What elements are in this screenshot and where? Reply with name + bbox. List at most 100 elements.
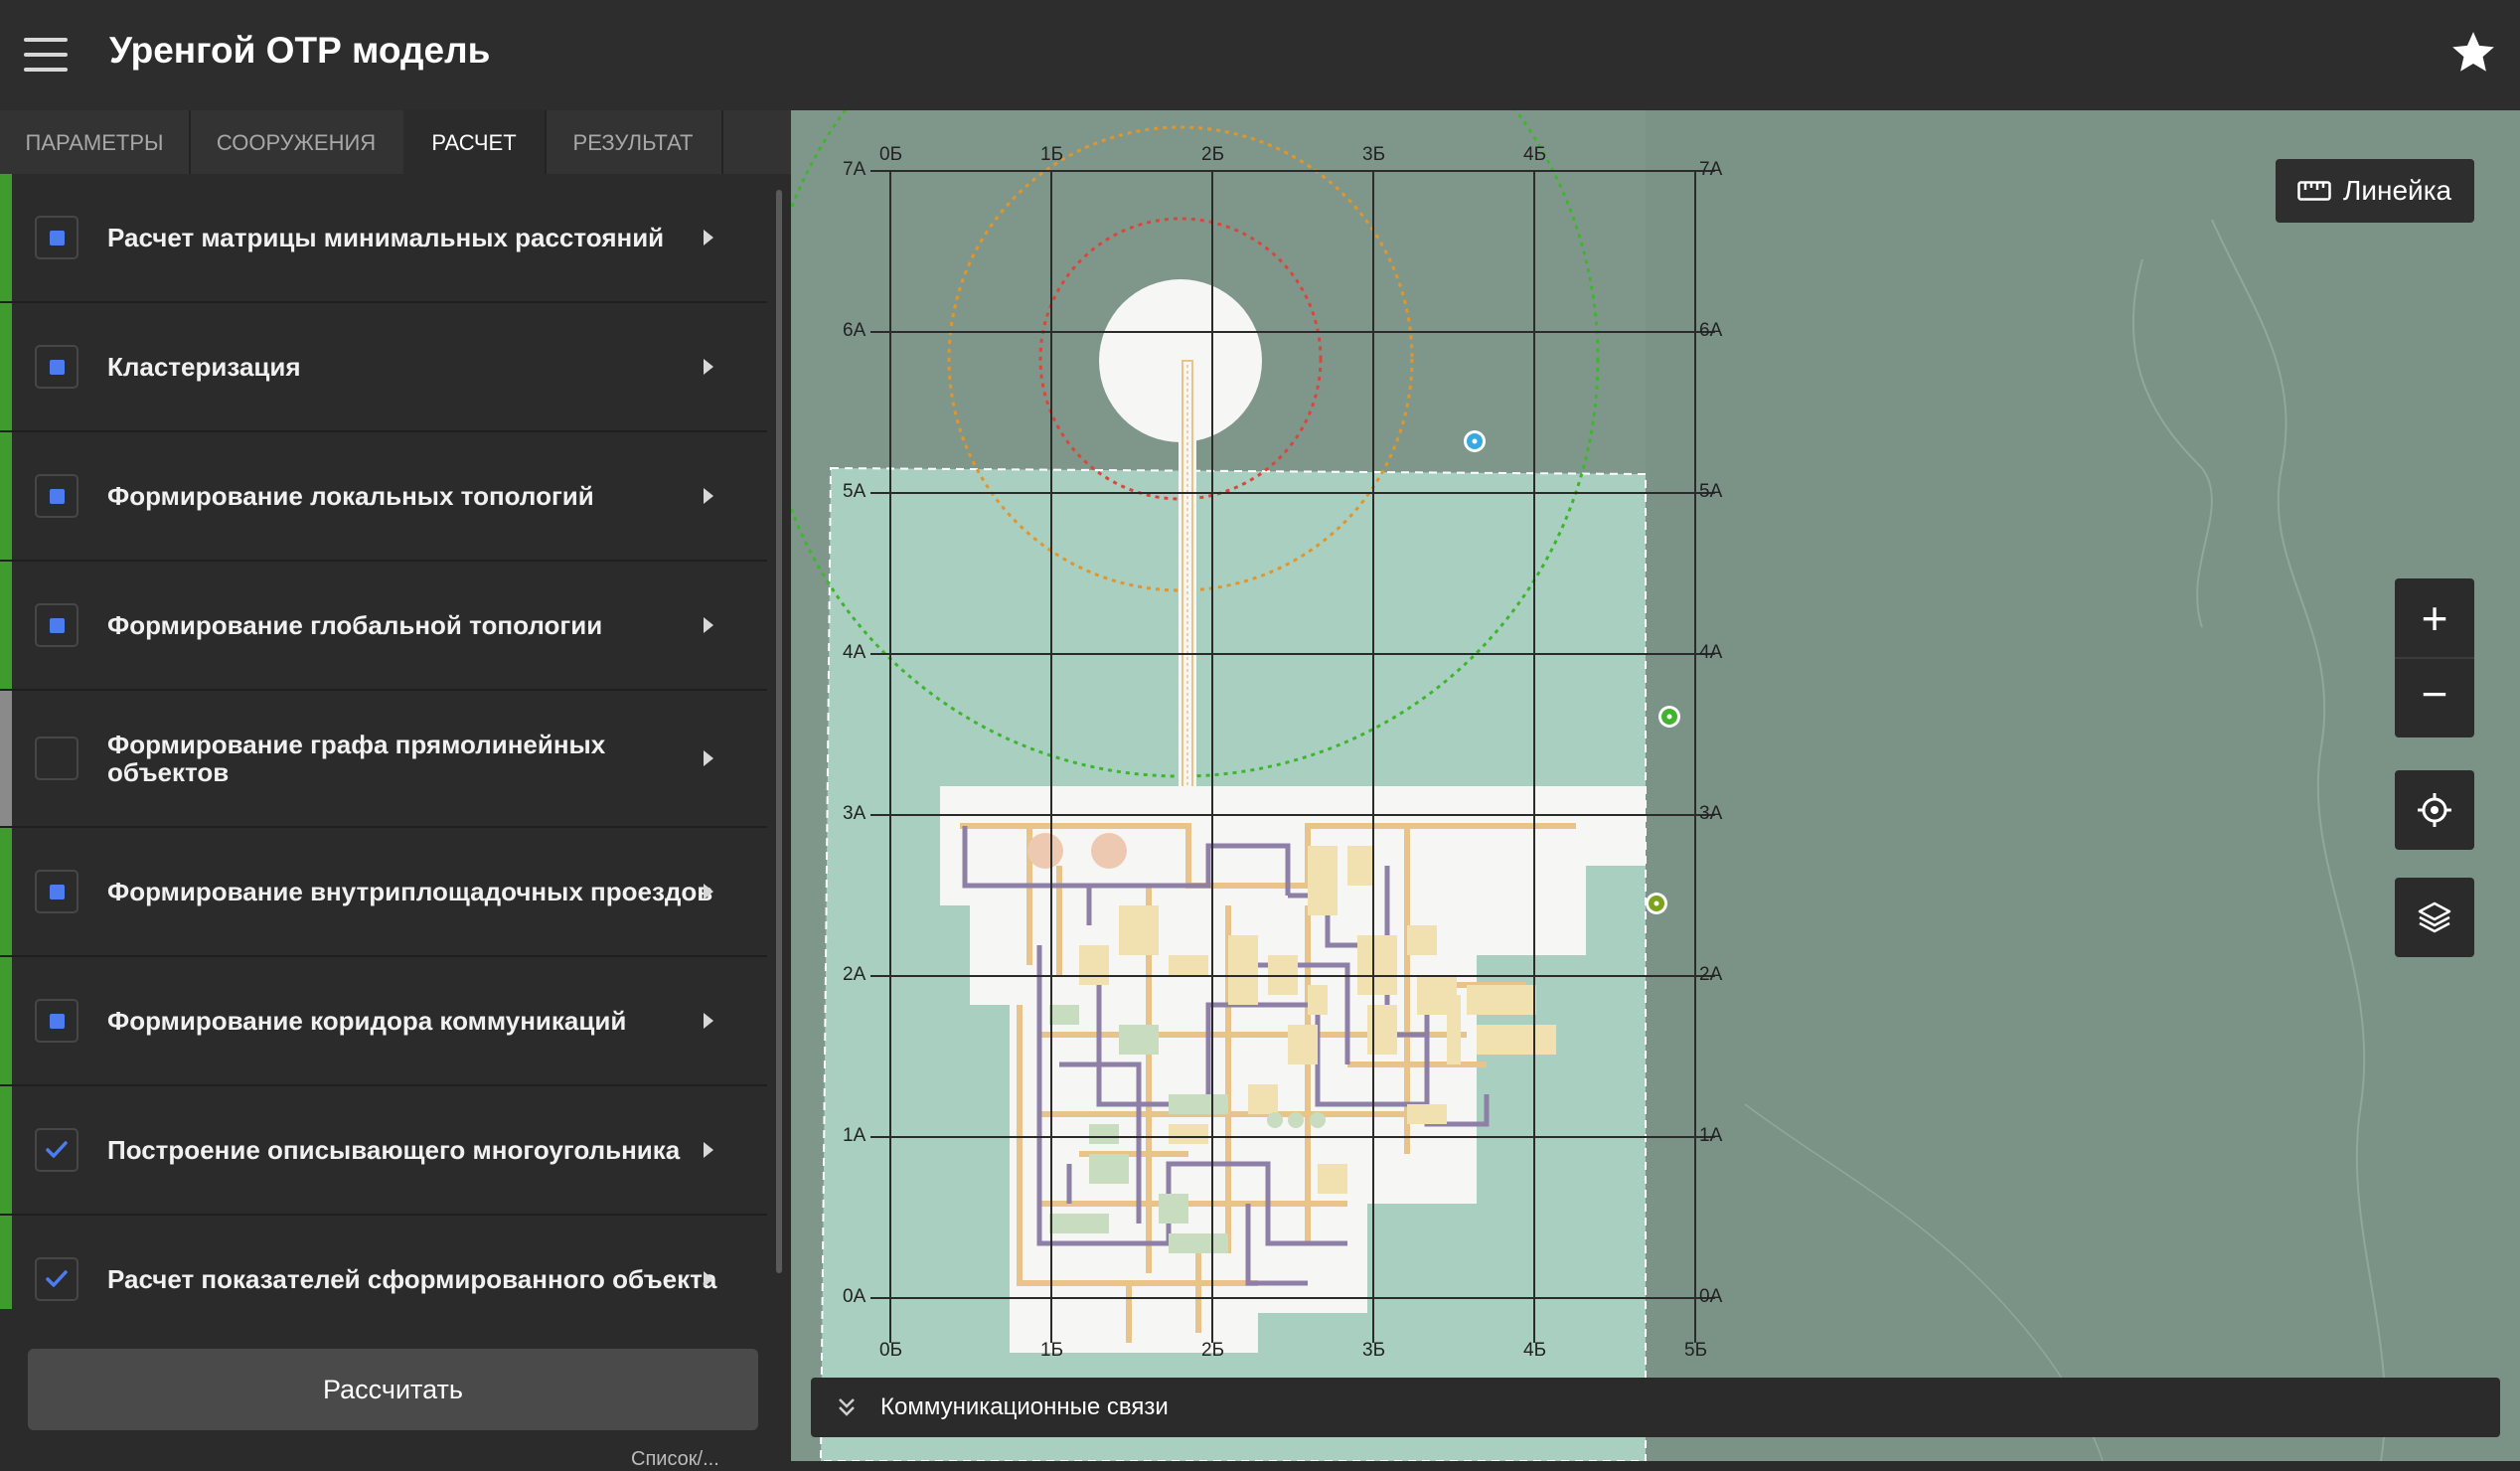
step-checkbox[interactable] [35, 216, 79, 259]
sidebar-footer: Рассчитать Список/... [0, 1309, 791, 1470]
step-label: Кластеризация [107, 352, 301, 382]
grid-col-label: 0Б [879, 144, 903, 165]
chevron-right-icon[interactable] [704, 359, 713, 375]
calculate-button[interactable]: Рассчитать [28, 1349, 758, 1430]
map-marker[interactable] [1646, 893, 1667, 914]
chevron-right-icon[interactable] [704, 1013, 713, 1029]
grid-row-label: 4А [843, 642, 866, 663]
step-status-bar [0, 432, 12, 560]
check-icon [46, 1270, 68, 1287]
step-checkbox[interactable] [35, 345, 79, 389]
step-status-bar [0, 303, 12, 430]
grid-row-label: 0А [843, 1286, 866, 1307]
grid-row-label: 0А [1699, 1286, 1723, 1307]
running-indicator-icon [50, 1014, 65, 1029]
step-item[interactable]: Формирование внутриплощадочных проездов [0, 828, 767, 957]
step-checkbox[interactable] [35, 736, 79, 780]
step-item[interactable]: Формирование локальных топологий [0, 432, 767, 562]
tab-bar: ПАРАМЕТРЫ СООРУЖЕНИЯ РАСЧЕТ РЕЗУЛЬТАТ [0, 110, 791, 174]
zoom-out-button[interactable]: − [2395, 662, 2474, 732]
tab-parameters[interactable]: ПАРАМЕТРЫ [0, 110, 191, 174]
layers-icon [2418, 901, 2451, 933]
grid-col-label: 0Б [879, 1340, 903, 1361]
grid-row-label: 5А [843, 481, 866, 502]
step-label: Расчет матрицы минимальных расстояний [107, 223, 665, 252]
locate-button[interactable] [2395, 770, 2474, 850]
step-item[interactable]: Формирование графа прямолинейных объекто… [0, 691, 767, 828]
map-canvas[interactable] [791, 110, 2520, 1461]
step-checkbox[interactable] [35, 474, 79, 518]
communications-panel-label: Коммуникационные связи [880, 1393, 1169, 1420]
double-chevron-down-icon[interactable] [837, 1395, 857, 1419]
grid-row-label: 1А [843, 1125, 866, 1146]
app-header: Уренгой ОТР модель [0, 0, 2520, 110]
step-item[interactable]: Расчет матрицы минимальных расстояний [0, 174, 767, 303]
tab-structures[interactable]: СООРУЖЕНИЯ [189, 110, 405, 174]
grid-col-label: 2Б [1201, 1340, 1225, 1361]
ruler-button[interactable]: Линейка [2276, 159, 2474, 223]
map-view[interactable]: 7А 6А 5А 4А 3А 2А 1А 0А 7А 6А 5А 4А 3А 2… [791, 110, 2520, 1461]
step-item[interactable]: Кластеризация [0, 303, 767, 432]
ruler-label: Линейка [2343, 175, 2452, 206]
running-indicator-icon [50, 489, 65, 504]
tab-calculation[interactable]: РАСЧЕТ [403, 110, 547, 174]
zoom-in-button[interactable]: + [2395, 586, 2474, 656]
calculation-steps-list: Расчет матрицы минимальных расстояний Кл… [0, 174, 767, 1309]
step-status-bar [0, 828, 12, 955]
ruler-icon [2297, 181, 2331, 201]
step-status-bar [0, 691, 12, 826]
step-checkbox[interactable] [35, 1257, 79, 1301]
sidebar: ПАРАМЕТРЫ СООРУЖЕНИЯ РАСЧЕТ РЕЗУЛЬТАТ Ра… [0, 110, 791, 1470]
grid-col-label: 3Б [1362, 144, 1386, 165]
map-marker[interactable] [1464, 430, 1486, 452]
chevron-right-icon[interactable] [704, 1271, 713, 1287]
plant-site [1397, 786, 1586, 856]
grid-col-label: 3Б [1362, 1340, 1386, 1361]
step-item[interactable]: Расчет показателей сформированного объек… [0, 1216, 767, 1309]
grid-row-label: 6А [1699, 320, 1723, 341]
step-status-bar [0, 957, 12, 1084]
step-item[interactable]: Формирование коридора коммуникаций [0, 957, 767, 1086]
sidebar-scrollbar[interactable] [773, 180, 783, 1323]
grid-col-label: 1Б [1040, 1340, 1064, 1361]
step-status-bar [0, 562, 12, 689]
step-label: Формирование графа прямолинейных объекто… [107, 730, 606, 787]
running-indicator-icon [50, 885, 65, 899]
chevron-right-icon[interactable] [704, 884, 713, 899]
grid-row-label: 3А [1699, 803, 1723, 824]
step-status-bar [0, 1216, 12, 1309]
step-label: Формирование коридора коммуникаций [107, 1006, 627, 1036]
menu-icon[interactable] [24, 38, 68, 72]
step-item[interactable]: Формирование глобальной топологии [0, 562, 767, 691]
grid-row-label: 2А [1699, 964, 1723, 985]
scrollbar-thumb[interactable] [776, 190, 782, 1273]
check-icon [46, 1141, 68, 1158]
chevron-right-icon[interactable] [704, 230, 713, 245]
divider [2395, 657, 2474, 659]
grid-col-label: 4Б [1523, 144, 1547, 165]
map-marker[interactable] [1658, 706, 1680, 728]
grid-row-label: 7А [1699, 159, 1723, 180]
step-checkbox[interactable] [35, 603, 79, 647]
step-checkbox[interactable] [35, 999, 79, 1043]
step-checkbox[interactable] [35, 870, 79, 913]
layers-button[interactable] [2395, 878, 2474, 957]
chevron-right-icon[interactable] [704, 488, 713, 504]
communications-panel[interactable]: Коммуникационные связи [811, 1378, 2500, 1437]
chevron-right-icon[interactable] [704, 1142, 713, 1158]
grid-row-label: 6А [843, 320, 866, 341]
tab-result[interactable]: РЕЗУЛЬТАТ [545, 110, 723, 174]
step-checkbox[interactable] [35, 1128, 79, 1172]
step-label: Расчет показателей сформированного объек… [107, 1264, 717, 1294]
chevron-right-icon[interactable] [704, 750, 713, 766]
chevron-right-icon[interactable] [704, 617, 713, 633]
terrain-area [1646, 110, 2520, 1461]
locate-icon [2418, 793, 2451, 827]
grid-col-label: 5Б [1684, 1340, 1708, 1361]
grid-col-label: 1Б [1040, 144, 1064, 165]
star-icon[interactable] [2448, 28, 2498, 78]
step-item[interactable]: Построение описывающего многоугольника [0, 1086, 767, 1216]
grid-row-label: 2А [843, 964, 866, 985]
grid-row-label: 5А [1699, 481, 1723, 502]
step-label: Формирование внутриплощадочных проездов [107, 877, 713, 906]
